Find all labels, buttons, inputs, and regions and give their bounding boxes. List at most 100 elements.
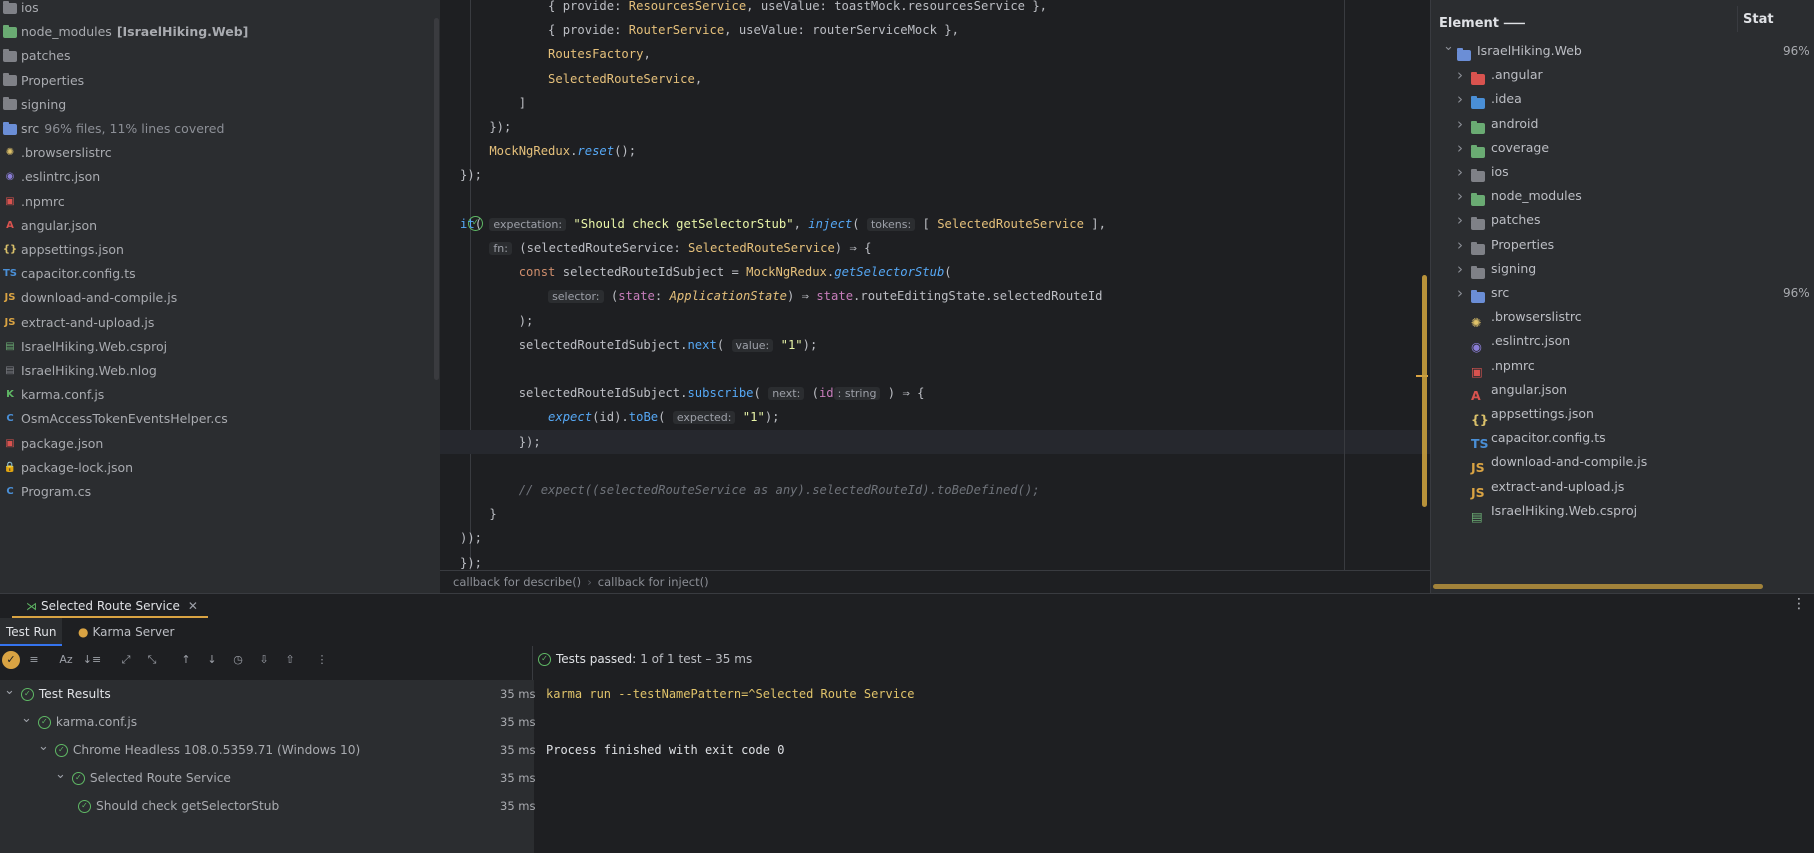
chevron-down-icon[interactable]: ⌄ bbox=[21, 705, 32, 733]
tree-item[interactable]: ▤ IsraelHiking.Web.csproj bbox=[2, 335, 167, 359]
code-token: ] bbox=[460, 95, 527, 110]
src-folder-icon bbox=[1471, 285, 1485, 303]
code-line[interactable]: 32 ] bbox=[440, 91, 1430, 115]
test-duration: 35 ms bbox=[500, 771, 536, 785]
code-line[interactable]: 34 MockNgRedux.reset(); bbox=[440, 139, 1430, 163]
tree-item[interactable]: ▣ .npmrc bbox=[2, 190, 64, 214]
breadcrumb-item-describe[interactable]: callback for describe() bbox=[453, 575, 581, 589]
code-line[interactable]: 44 selectedRouteIdSubject.subscribe( nex… bbox=[440, 381, 1430, 405]
code-text: )); bbox=[460, 526, 482, 550]
tree-item[interactable]: ▣ package.json bbox=[2, 432, 103, 456]
expand-all-icon[interactable]: ⤢ bbox=[116, 651, 136, 669]
sort-duration-icon[interactable]: ↓≡ bbox=[82, 651, 102, 669]
column-header-element[interactable]: Element ⸺ bbox=[1439, 12, 1525, 31]
code-line[interactable]: 45 expect(id).toBe( expected: "1"); bbox=[440, 405, 1430, 429]
code-token: "Should check getSelectorStub" bbox=[566, 216, 794, 231]
tree-item[interactable]: src 96% files, 11% lines covered bbox=[2, 117, 224, 141]
tab-test-run[interactable]: Test Run bbox=[0, 618, 63, 646]
code-line[interactable]: 37✓it( expectation: "Should check getSel… bbox=[440, 212, 1430, 236]
tab-selected-route-service[interactable]: ⋊ Selected Route Service ✕ bbox=[12, 594, 208, 618]
code-line[interactable]: 49 } bbox=[440, 502, 1430, 526]
code-text: RoutesFactory, bbox=[460, 42, 651, 66]
tab-karma-server[interactable]: ● Karma Server bbox=[72, 618, 180, 646]
code-line[interactable]: 50)); bbox=[440, 526, 1430, 550]
tree-item[interactable]: node_modules [IsraelHiking.Web] bbox=[2, 20, 248, 44]
close-icon[interactable]: ✕ bbox=[188, 599, 198, 613]
tree-item[interactable]: C Program.cs bbox=[2, 480, 91, 504]
test-result-row[interactable]: ⌄ ✓ Chrome Headless 108.0.5359.71 (Windows… bbox=[0, 733, 535, 764]
code-token: ) ⇒ bbox=[786, 289, 817, 304]
tree-item[interactable]: ios bbox=[2, 0, 39, 20]
tree-item[interactable]: ◉ .eslintrc.json bbox=[2, 165, 101, 189]
code-line[interactable]: 35}); bbox=[440, 163, 1430, 187]
breadcrumb-item-inject[interactable]: callback for inject() bbox=[598, 575, 709, 589]
column-header-statistics[interactable]: Stat bbox=[1743, 12, 1774, 27]
code-line[interactable]: 40 selector: (state: ApplicationState) ⇒… bbox=[440, 284, 1430, 308]
code-line[interactable]: 29 { provide: RouterService, useValue: r… bbox=[440, 18, 1430, 42]
tree-item[interactable]: ▤ IsraelHiking.Web.nlog bbox=[2, 359, 157, 383]
more-icon[interactable]: ⋮ bbox=[312, 651, 332, 669]
tree-item[interactable]: Kkarma.conf.js bbox=[2, 383, 104, 407]
tree-item[interactable]: ✺ .browserslistrc bbox=[2, 141, 112, 165]
tree-item[interactable]: JS download-and-compile.js bbox=[2, 286, 178, 310]
code-editor[interactable]: 28 { provide: ResourcesService, useValue… bbox=[440, 0, 1430, 593]
code-token: const bbox=[460, 265, 556, 280]
project-tree-scrollbar[interactable] bbox=[434, 18, 439, 380]
show-ignored-icon[interactable]: ≡ bbox=[24, 651, 44, 669]
code-token: state bbox=[618, 289, 655, 304]
tree-item[interactable]: Aangular.json bbox=[2, 214, 97, 238]
test-result-row[interactable]: ⌄ ✓ Selected Route Service 35 ms bbox=[0, 761, 536, 792]
tree-item[interactable]: C OsmAccessTokenEventsHelper.cs bbox=[2, 407, 227, 431]
tree-item[interactable]: signing bbox=[2, 93, 66, 117]
test-result-row[interactable]: ⌄ ✓ Test Results 35 ms bbox=[0, 677, 535, 708]
code-token: ( bbox=[753, 386, 769, 401]
eslint-icon: ◉ bbox=[1471, 339, 1482, 355]
show-passed-icon[interactable]: ✓ bbox=[2, 651, 20, 669]
code-token: "1" bbox=[735, 410, 765, 425]
code-line[interactable]: 48 // expect((selectedRouteService as an… bbox=[440, 478, 1430, 502]
tree-item-label: package.json bbox=[21, 435, 104, 451]
code-line[interactable]: 36 bbox=[440, 188, 1430, 212]
code-line[interactable]: 39 const selectedRouteIdSubject = MockNg… bbox=[440, 260, 1430, 284]
code-token: }); bbox=[460, 168, 483, 183]
collapse-all-icon[interactable]: ⤡ bbox=[142, 651, 162, 669]
tree-item[interactable]: Properties bbox=[2, 69, 84, 93]
code-text: SelectedRouteService, bbox=[460, 67, 702, 91]
test-result-row[interactable]: ⌄ ✓ karma.conf.js 35 ms bbox=[0, 705, 535, 736]
code-line[interactable]: 30 RoutesFactory, bbox=[440, 42, 1430, 66]
code-line[interactable]: 46 }); bbox=[440, 429, 1430, 454]
code-line[interactable]: 43 bbox=[440, 357, 1430, 381]
code-line[interactable]: 38 fn: (selectedRouteService: SelectedRo… bbox=[440, 236, 1430, 260]
chevron-down-icon[interactable]: ⌄ bbox=[4, 677, 15, 705]
export-icon[interactable]: ⇧ bbox=[280, 651, 300, 669]
coverage-horizontal-scrollbar[interactable] bbox=[1433, 584, 1763, 589]
import-icon[interactable]: ⇩ bbox=[254, 651, 274, 669]
prev-failed-icon[interactable]: ↑ bbox=[176, 651, 196, 669]
code-line[interactable]: 47 bbox=[440, 454, 1430, 478]
tree-item[interactable]: patches bbox=[2, 44, 71, 68]
tree-item[interactable]: JS extract-and-upload.js bbox=[2, 311, 155, 335]
editor-scrollbar[interactable] bbox=[1422, 275, 1427, 507]
next-failed-icon[interactable]: ↓ bbox=[202, 651, 222, 669]
code-text: }); bbox=[460, 115, 511, 139]
tree-item[interactable]: 🔒 package-lock.json bbox=[2, 456, 133, 480]
history-icon[interactable]: ◷ bbox=[228, 651, 248, 669]
json-icon: {} bbox=[2, 244, 18, 255]
chevron-down-icon[interactable]: ⌄ bbox=[38, 733, 49, 761]
test-result-row[interactable]: ✓ Should check getSelectorStub 35 ms bbox=[0, 792, 535, 820]
chevron-down-icon[interactable]: ⌄ bbox=[1443, 33, 1454, 61]
csharp-icon: C bbox=[6, 413, 14, 425]
coverage-row[interactable]: ▤ IsraelHiking.Web.csproj bbox=[1431, 497, 1814, 525]
tree-item[interactable]: {} appsettings.json bbox=[2, 238, 124, 262]
code-line[interactable]: 42 selectedRouteIdSubject.next( value: "… bbox=[440, 333, 1430, 357]
more-vertical-icon[interactable]: ⋮ bbox=[1792, 596, 1806, 612]
sort-alpha-icon[interactable]: Az bbox=[56, 651, 76, 669]
code-line[interactable]: 28 { provide: ResourcesService, useValue… bbox=[440, 0, 1430, 18]
tree-item[interactable]: TS capacitor.config.ts bbox=[2, 262, 136, 286]
code-line[interactable]: 33 }); bbox=[440, 115, 1430, 139]
code-line[interactable]: 31 SelectedRouteService, bbox=[440, 67, 1430, 91]
code-line[interactable]: 41 ); bbox=[440, 309, 1430, 333]
chevron-down-icon[interactable]: ⌄ bbox=[55, 761, 66, 789]
console-output[interactable]: karma run --testNamePattern=^Selected Ro… bbox=[546, 680, 1806, 850]
